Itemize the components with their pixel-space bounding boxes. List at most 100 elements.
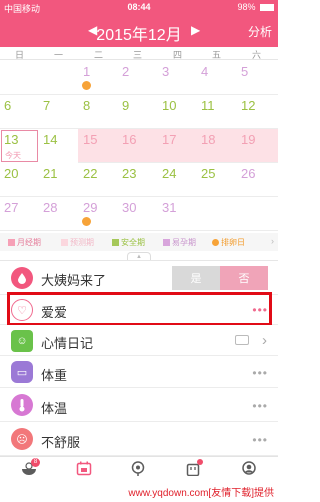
calendar-day[interactable]: 20: [0, 163, 39, 197]
calendar-day[interactable]: 22: [79, 163, 118, 197]
legend-swatch: [112, 239, 119, 246]
day-number: 25: [201, 166, 216, 181]
more-dots-icon[interactable]: •••: [252, 366, 268, 380]
sad-face-icon: ☹: [11, 428, 33, 450]
analysis-button[interactable]: 分析: [248, 23, 272, 40]
camera-icon[interactable]: [235, 335, 249, 345]
calendar-week-row: 1 2 3 4 5: [0, 61, 278, 95]
calendar-day[interactable]: 7: [39, 95, 78, 129]
legend-swatch: [61, 239, 68, 246]
unwell-label: 不舒服: [41, 435, 81, 450]
day-number: 27: [4, 200, 19, 215]
calendar-day[interactable]: 2: [118, 61, 157, 95]
period-row: 大姨妈来了 是 否: [0, 261, 278, 295]
day-number: 5: [241, 64, 249, 79]
calendar-day[interactable]: 16: [118, 129, 157, 163]
weekday-label: 四: [172, 50, 182, 60]
notification-dot: [197, 459, 203, 465]
period-yes-button[interactable]: 是: [172, 266, 220, 290]
mood-row[interactable]: ☺ 心情日记 ›: [0, 325, 278, 356]
ovulation-flower-icon: [82, 81, 91, 90]
calendar-day[interactable]: 27: [0, 197, 39, 231]
battery-percent: 98%: [237, 2, 256, 12]
calendar-day[interactable]: 9: [118, 95, 157, 129]
period-toggle[interactable]: 是 否: [172, 266, 268, 290]
unwell-row[interactable]: ☹ 不舒服 •••: [0, 422, 278, 456]
calendar-day[interactable]: 29: [79, 197, 118, 231]
legend-swatch: [212, 239, 219, 246]
clock: 08:44: [127, 2, 151, 12]
weight-row[interactable]: ▭ 体重 •••: [0, 356, 278, 388]
tab-shop[interactable]: [185, 459, 203, 477]
legend-label: 月经期: [17, 238, 41, 247]
chevron-up-icon[interactable]: ▲: [127, 252, 151, 260]
more-dots-icon[interactable]: •••: [252, 399, 268, 413]
calendar-week-row: 27 28 29 30 31: [0, 197, 278, 231]
tab-profile[interactable]: [241, 461, 257, 476]
calendar-day[interactable]: 1: [79, 61, 118, 95]
temperature-label: 体温: [41, 401, 68, 416]
day-number: 12: [241, 98, 256, 113]
drawer-handle[interactable]: ▲: [0, 251, 278, 261]
period-no-button[interactable]: 否: [220, 266, 268, 290]
tab-discover[interactable]: [130, 461, 146, 476]
chevron-right-icon[interactable]: ›: [262, 332, 268, 349]
weekday-header: 日 一 二 三 四 五 六: [0, 47, 278, 60]
watermark: www.yqdown.com[友情下载]提供: [0, 479, 278, 502]
calendar-day[interactable]: 15: [79, 129, 118, 163]
weekday-label: 三: [132, 50, 142, 60]
calendar-day[interactable]: 28: [39, 197, 78, 231]
ovulation-flower-icon: [82, 217, 91, 226]
next-month-button[interactable]: ▶: [191, 23, 200, 37]
calendar-day[interactable]: 17: [158, 129, 197, 163]
calendar-day-today[interactable]: 13 今天: [0, 129, 39, 163]
calendar-day[interactable]: 12: [237, 95, 276, 129]
calendar-day[interactable]: 23: [118, 163, 157, 197]
day-number: 8: [83, 98, 91, 113]
compass-icon: [131, 461, 145, 476]
calendar-day[interactable]: 26: [237, 163, 276, 197]
calendar-day[interactable]: 18: [197, 129, 236, 163]
weekday-label: 二: [93, 50, 103, 60]
calendar-day[interactable]: 6: [0, 95, 39, 129]
calendar-day[interactable]: 5: [237, 61, 276, 95]
legend-item: 安全期: [112, 237, 145, 248]
calendar-day[interactable]: 14: [39, 129, 78, 163]
calendar-week-row: 13 今天 14 15 16 17 18 19: [0, 129, 278, 163]
day-number: 16: [122, 132, 137, 147]
day-number: 11: [201, 98, 215, 113]
calendar-day[interactable]: 11: [197, 95, 236, 129]
day-number: 19: [241, 132, 256, 147]
day-number: 14: [43, 132, 58, 147]
calendar-day[interactable]: 8: [79, 95, 118, 129]
day-number: 21: [43, 166, 58, 181]
legend-more-chevron-icon[interactable]: ›: [271, 236, 274, 246]
calendar-day[interactable]: 3: [158, 61, 197, 95]
tab-home[interactable]: 8: [21, 458, 40, 476]
watermark-text: www.yqdown.com[友情下载]提供: [128, 488, 274, 499]
day-number: 28: [43, 200, 58, 215]
calendar-day[interactable]: 30: [118, 197, 157, 231]
scale-icon: ▭: [11, 361, 33, 383]
calendar-day[interactable]: 24: [158, 163, 197, 197]
calendar-day[interactable]: 21: [39, 163, 78, 197]
legend-swatch: [163, 239, 170, 246]
mood-label: 心情日记: [41, 336, 94, 351]
calendar-icon: [76, 461, 92, 476]
calendar-day[interactable]: 4: [197, 61, 236, 95]
day-number: 23: [122, 166, 137, 181]
legend-label: 安全期: [121, 238, 145, 247]
tab-bar: 8: [0, 456, 278, 479]
calendar-day[interactable]: 19: [237, 129, 276, 163]
calendar-day[interactable]: 31: [158, 197, 197, 231]
status-bar: 中国移动 08:44 98%: [0, 0, 278, 14]
tab-calendar[interactable]: [76, 461, 92, 476]
day-number: 22: [83, 166, 98, 181]
day-number: 7: [43, 98, 51, 113]
calendar-day[interactable]: 25: [197, 163, 236, 197]
calendar-day[interactable]: 10: [158, 95, 197, 129]
temperature-row[interactable]: 体温 •••: [0, 388, 278, 422]
weekday-label: 一: [53, 50, 63, 60]
period-drop-icon: [11, 267, 33, 289]
more-dots-icon[interactable]: •••: [252, 433, 268, 447]
